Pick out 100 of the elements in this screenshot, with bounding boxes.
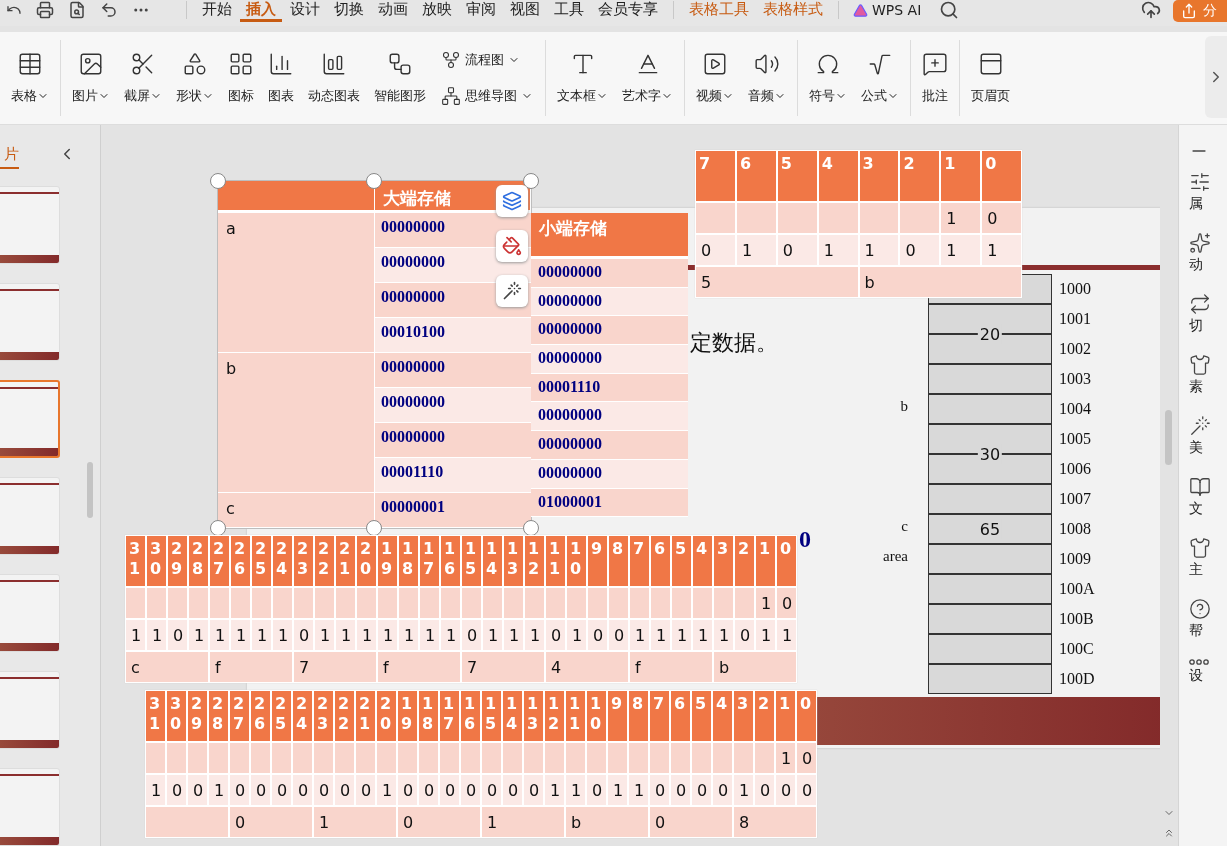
table-cell: 0 xyxy=(777,235,817,265)
table-cell: 0 xyxy=(650,807,732,837)
ribbon-tab[interactable]: 工具 xyxy=(548,0,590,22)
table-cell: 1 xyxy=(859,235,899,265)
sidebar-button[interactable]: 动 xyxy=(1189,232,1211,293)
table-cell: 1 xyxy=(209,775,228,805)
table-cell xyxy=(693,588,712,618)
page-up-icon[interactable] xyxy=(1163,827,1175,839)
ribbon-button[interactable]: 批注 xyxy=(915,47,955,109)
ribbon-button[interactable]: 公式 xyxy=(854,47,906,109)
scrollbar-thumb[interactable] xyxy=(87,462,93,518)
ribbon-button[interactable]: 符号 xyxy=(802,47,854,109)
table-cell: 1 xyxy=(126,620,145,650)
table-cell xyxy=(230,743,249,773)
ribbon-button[interactable]: 图片 xyxy=(65,47,117,109)
table-cell: 1 xyxy=(273,620,292,650)
sidebar-button[interactable]: 主 xyxy=(1189,537,1211,598)
ribbon-tab[interactable]: 切换 xyxy=(328,0,370,22)
ribbon-button[interactable]: 音频 xyxy=(741,47,793,109)
table-cell: 8 xyxy=(734,807,816,837)
selection-handle[interactable] xyxy=(366,173,382,189)
memory-address: 1001 xyxy=(1059,310,1091,328)
memory-address: 100B xyxy=(1059,610,1094,628)
ribbon-tab[interactable]: 动画 xyxy=(372,0,414,22)
magic-wand-button[interactable] xyxy=(496,275,528,307)
ribbon-tab[interactable]: 放映 xyxy=(416,0,458,22)
ribbon-button[interactable]: 流程图 xyxy=(439,48,535,72)
table-header-cell: 29 xyxy=(168,536,187,586)
table-cell xyxy=(335,743,354,773)
ribbon-tab[interactable]: 表格工具 xyxy=(683,0,755,22)
panel-tab[interactable]: 片 xyxy=(0,145,19,169)
ribbon-tab[interactable]: 设计 xyxy=(284,0,326,22)
memory-address: 1000 xyxy=(1059,280,1091,298)
sidebar-button[interactable]: 设 xyxy=(1189,659,1209,720)
table-cell xyxy=(146,743,165,773)
ribbon-tab[interactable]: 开始 xyxy=(196,0,238,22)
table-cell: 0 xyxy=(609,620,628,650)
sidebar-button[interactable]: 帮 xyxy=(1189,598,1211,659)
table-cell: 00000000 xyxy=(375,423,531,458)
comment-icon xyxy=(922,51,948,77)
sidebar-button[interactable]: 属 xyxy=(1189,171,1211,232)
table-cell: 1 xyxy=(672,620,691,650)
table-cell: 00000000 xyxy=(375,388,531,423)
selection-handle[interactable] xyxy=(210,173,226,189)
ribbon-button[interactable]: 思维导图 xyxy=(439,84,535,108)
selection-handle[interactable] xyxy=(210,520,226,536)
ribbon-button[interactable]: 页眉页 xyxy=(964,47,1017,109)
table-cell xyxy=(755,743,774,773)
table-header-cell: 22 xyxy=(315,536,334,586)
ribbon-button[interactable]: 动态图表 xyxy=(301,47,367,109)
ribbon-button[interactable]: 形状 xyxy=(169,47,221,109)
table-cell xyxy=(294,588,313,618)
ribbon-button[interactable]: 艺术字 xyxy=(615,47,680,109)
table-cell: 1 xyxy=(420,620,439,650)
table-header-cell: 23 xyxy=(294,536,313,586)
table-cell: a xyxy=(218,213,375,353)
undo-icon[interactable] xyxy=(100,1,118,19)
table-cell: 0 xyxy=(797,743,816,773)
scrollbar-thumb[interactable] xyxy=(1165,410,1172,465)
big-endian-table[interactable]: 大端存储 a 00000000 00000000 00000000 00010100 b 00000000 00000000 00000000 00001110 c 00000001 xyxy=(218,181,531,528)
table-header-cell: 27 xyxy=(210,536,229,586)
sidebar-button[interactable]: 切 xyxy=(1189,293,1211,354)
selection-handle[interactable] xyxy=(523,173,539,189)
fill-button[interactable] xyxy=(496,230,528,262)
ribbon-tab[interactable]: 会员专享 xyxy=(592,0,664,22)
table-header-cell: 30 xyxy=(167,691,186,741)
table-cell: 1 xyxy=(651,620,670,650)
search-icon[interactable] xyxy=(939,0,960,20)
ribbon-button[interactable]: 图标 xyxy=(221,47,261,109)
ribbon-tab[interactable]: 审阅 xyxy=(460,0,502,22)
table-cell: 0 xyxy=(462,620,481,650)
memory-address: 1008 xyxy=(1059,520,1091,538)
table-header-cell: 14 xyxy=(483,536,502,586)
sidebar-button[interactable]: 美 xyxy=(1189,415,1211,476)
shirt-icon xyxy=(1189,354,1211,376)
ribbon-tab[interactable]: 视图 xyxy=(504,0,546,22)
book-icon xyxy=(1189,476,1211,498)
sidebar-button[interactable]: 素 xyxy=(1189,354,1211,415)
print-preview-icon[interactable] xyxy=(68,1,86,19)
ribbon-button[interactable]: 文本框 xyxy=(550,47,615,109)
table-cell: 0 xyxy=(776,775,795,805)
table-cell: 1 xyxy=(545,775,564,805)
table-cell xyxy=(356,743,375,773)
table-header-cell: 19 xyxy=(398,691,417,741)
table-header-cell: 31 xyxy=(146,691,165,741)
table-cell: 0 xyxy=(482,775,501,805)
table-cell: 0 xyxy=(335,775,354,805)
ribbon-button[interactable]: 视频 xyxy=(689,47,741,109)
ai-button[interactable]: WPS AI xyxy=(847,0,928,20)
table-cell: 0 xyxy=(272,775,291,805)
ribbon-button[interactable]: 截屏 xyxy=(117,47,169,109)
layers-button[interactable] xyxy=(496,185,528,217)
printer-icon[interactable] xyxy=(36,1,54,19)
ribbon-tab[interactable]: 表格样式 xyxy=(757,0,829,22)
cloud-upload-icon[interactable] xyxy=(1141,0,1161,20)
ribbon-button[interactable]: 表格 xyxy=(4,47,56,109)
ribbon-button[interactable]: 图表 xyxy=(261,47,301,109)
ribbon-button[interactable]: 智能图形 xyxy=(367,47,433,109)
table-cell: 0 xyxy=(398,775,417,805)
sidebar-button[interactable]: 文 xyxy=(1189,476,1211,537)
